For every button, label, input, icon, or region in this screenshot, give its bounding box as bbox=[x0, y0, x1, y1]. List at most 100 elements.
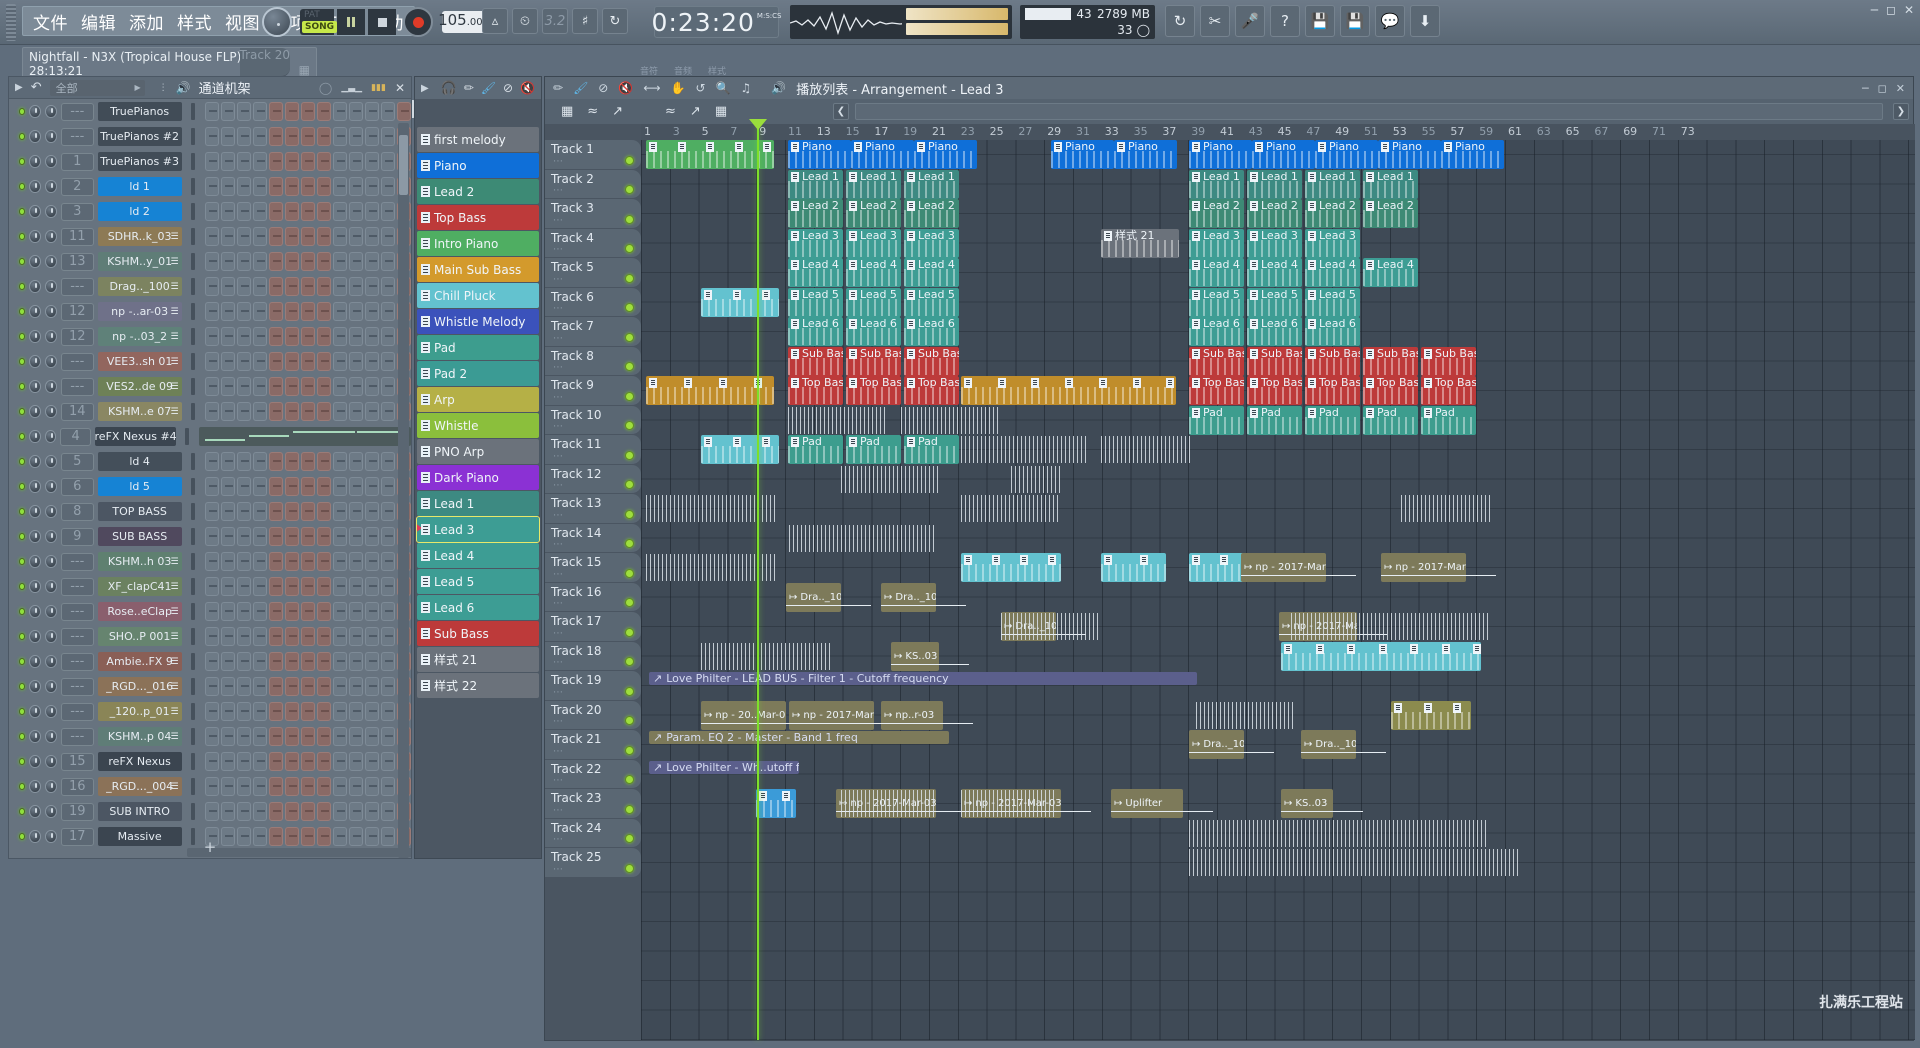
step-button[interactable] bbox=[220, 377, 235, 396]
volume-knob[interactable] bbox=[45, 505, 57, 518]
playlist-clip[interactable]: Sub Bass bbox=[904, 346, 959, 376]
step-button[interactable] bbox=[348, 677, 363, 696]
pan-knob[interactable] bbox=[29, 280, 42, 293]
playlist-clip[interactable]: Top Bass bbox=[1421, 376, 1476, 405]
step-button[interactable] bbox=[300, 202, 315, 221]
step-button[interactable] bbox=[380, 227, 395, 246]
chevron-right-icon[interactable]: ▶ bbox=[421, 83, 429, 94]
step-button[interactable] bbox=[332, 677, 347, 696]
playlist-clip[interactable]: Lead 1 bbox=[1189, 169, 1244, 199]
step-button[interactable] bbox=[284, 202, 299, 221]
volume-knob[interactable] bbox=[45, 580, 57, 593]
step-button[interactable] bbox=[300, 477, 315, 496]
channel-enable-led[interactable] bbox=[19, 783, 26, 790]
step-button[interactable] bbox=[332, 202, 347, 221]
playlist-clip[interactable]: Top Bass bbox=[904, 376, 959, 405]
channel-enable-led[interactable] bbox=[19, 708, 26, 715]
playlist-clip[interactable]: Lead 5 bbox=[1305, 287, 1360, 317]
playlist-track-header[interactable]: Track 15 ⋯ bbox=[545, 553, 641, 583]
mixer-track-number[interactable]: 3 bbox=[60, 202, 94, 221]
step-button[interactable] bbox=[316, 227, 331, 246]
save-as-icon[interactable]: 💾 bbox=[1340, 5, 1370, 37]
step-button[interactable] bbox=[204, 727, 219, 746]
step-button[interactable] bbox=[204, 577, 219, 596]
step-sequencer-row[interactable] bbox=[204, 602, 411, 621]
step-button[interactable] bbox=[316, 777, 331, 796]
step-sequencer-row[interactable] bbox=[204, 527, 411, 546]
track-options-icon[interactable]: ⋯ bbox=[553, 510, 564, 521]
track-options-icon[interactable]: ⋯ bbox=[553, 480, 564, 491]
mixer-track-number[interactable]: --- bbox=[60, 552, 94, 571]
master-volume-knob[interactable] bbox=[262, 7, 292, 37]
step-button[interactable] bbox=[300, 777, 315, 796]
step-button[interactable] bbox=[348, 777, 363, 796]
step-button[interactable] bbox=[252, 677, 267, 696]
scissors-icon[interactable]: ✂ bbox=[1200, 5, 1230, 37]
mixer-track-number[interactable]: 11 bbox=[60, 227, 94, 246]
step-button[interactable] bbox=[396, 102, 411, 121]
step-button[interactable] bbox=[236, 727, 251, 746]
step-button[interactable] bbox=[332, 327, 347, 346]
channel-row[interactable]: 6 ld 5 bbox=[9, 474, 411, 499]
playlist-clip[interactable]: Lead 6 bbox=[1305, 317, 1360, 346]
pattern-item[interactable]: Lead 1 bbox=[417, 491, 539, 516]
step-button[interactable] bbox=[236, 802, 251, 821]
step-sequencer-row[interactable] bbox=[204, 727, 411, 746]
add-channel-button[interactable]: + bbox=[9, 836, 411, 858]
step-button[interactable] bbox=[316, 502, 331, 521]
step-button[interactable] bbox=[268, 377, 283, 396]
step-button[interactable] bbox=[268, 127, 283, 146]
step-button[interactable] bbox=[236, 152, 251, 171]
step-button[interactable] bbox=[252, 502, 267, 521]
minimize-icon[interactable]: ─ bbox=[1862, 82, 1869, 95]
step-button[interactable] bbox=[380, 702, 395, 721]
mixer-track-number[interactable]: --- bbox=[60, 627, 94, 646]
step-sequencer-row[interactable] bbox=[204, 402, 411, 421]
channel-enable-led[interactable] bbox=[19, 558, 26, 565]
step-button[interactable] bbox=[364, 602, 379, 621]
track-arm-led[interactable] bbox=[625, 185, 634, 194]
playlist-track-header[interactable]: Track 5 ⋯ bbox=[545, 258, 641, 288]
step-button[interactable] bbox=[204, 377, 219, 396]
channel-name-button[interactable]: Rose..eClap ☰ bbox=[97, 602, 182, 621]
playlist-window-controls[interactable]: ─ ◻ ✕ bbox=[1862, 82, 1905, 95]
audio-clip[interactable] bbox=[901, 406, 1001, 435]
step-button[interactable] bbox=[220, 652, 235, 671]
step-button[interactable] bbox=[268, 302, 283, 321]
step-button[interactable] bbox=[220, 752, 235, 771]
volume-knob[interactable] bbox=[45, 330, 57, 343]
step-button[interactable] bbox=[220, 727, 235, 746]
step-button[interactable] bbox=[364, 102, 379, 121]
volume-knob[interactable] bbox=[45, 455, 57, 468]
step-button[interactable] bbox=[332, 277, 347, 296]
close-icon[interactable]: ✕ bbox=[1904, 3, 1914, 17]
track-arm-led[interactable] bbox=[625, 804, 634, 814]
playlist-clip[interactable] bbox=[1101, 553, 1166, 582]
step-button[interactable] bbox=[332, 402, 347, 421]
pattern-item[interactable]: Chill Pluck bbox=[417, 283, 539, 308]
channel-name-button[interactable]: ld 5 bbox=[97, 477, 182, 496]
step-button[interactable] bbox=[380, 327, 395, 346]
channel-name-button[interactable]: KSHM..y_01 ☰ bbox=[97, 252, 182, 271]
channel-name-button[interactable]: SUB INTRO bbox=[97, 802, 182, 821]
pan-knob[interactable] bbox=[29, 455, 42, 468]
step-button[interactable] bbox=[220, 777, 235, 796]
track-arm-led[interactable] bbox=[625, 332, 634, 342]
step-button[interactable] bbox=[332, 777, 347, 796]
audio-wave-icon[interactable]: ≈ bbox=[665, 104, 676, 119]
step-button[interactable] bbox=[316, 477, 331, 496]
volume-knob[interactable] bbox=[45, 130, 57, 143]
step-button[interactable] bbox=[332, 452, 347, 471]
step-button[interactable] bbox=[268, 602, 283, 621]
mixer-track-number[interactable]: --- bbox=[60, 602, 94, 621]
step-button[interactable] bbox=[204, 402, 219, 421]
playlist-track-header[interactable]: Track 23 ⋯ bbox=[545, 789, 641, 819]
playlist-clip[interactable]: Sub Bass bbox=[1305, 346, 1360, 376]
playlist-clip[interactable]: Lead 4 bbox=[904, 258, 959, 287]
step-sequencer-row[interactable] bbox=[204, 252, 411, 271]
step-button[interactable] bbox=[316, 802, 331, 821]
pan-knob[interactable] bbox=[29, 580, 42, 593]
playlist-track-header[interactable]: Track 2 ⋯ bbox=[545, 169, 641, 199]
step-button[interactable] bbox=[348, 652, 363, 671]
step-button[interactable] bbox=[380, 777, 395, 796]
